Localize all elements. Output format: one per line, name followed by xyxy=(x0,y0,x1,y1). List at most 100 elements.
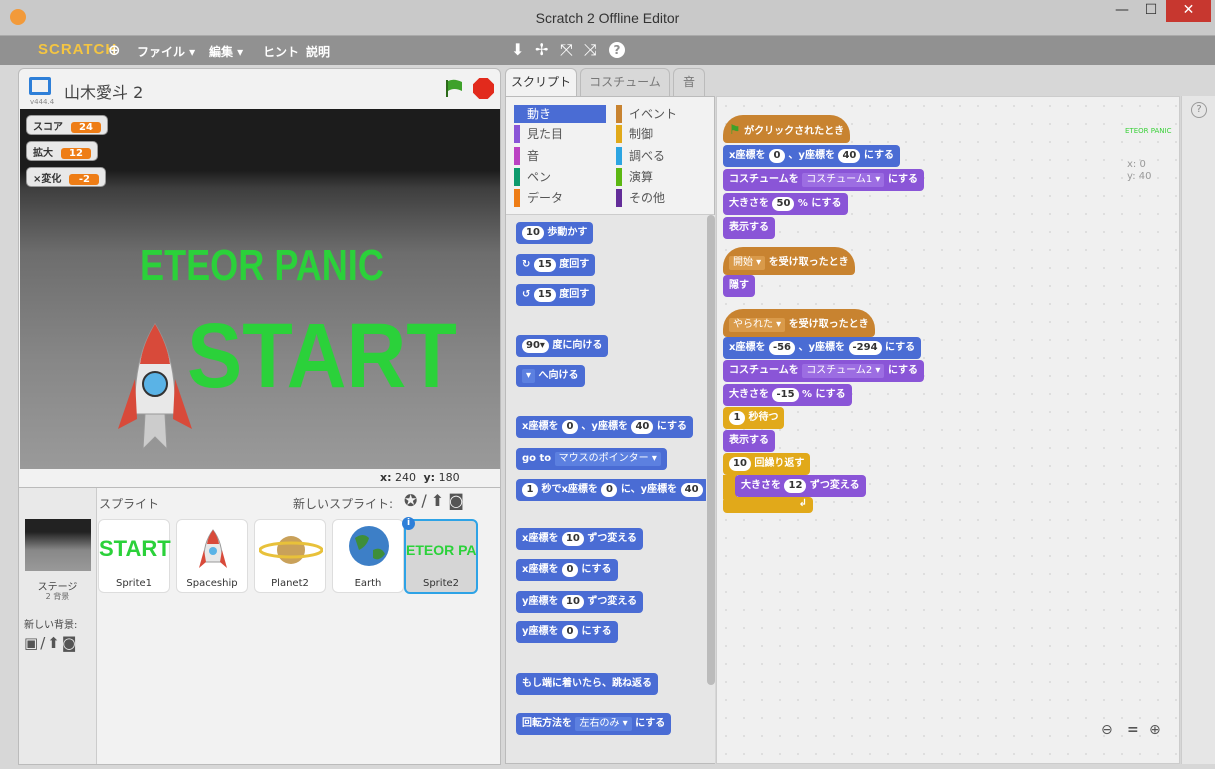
script-wait[interactable]: 1 秒待つ xyxy=(723,407,785,429)
sprite-tile-spaceship[interactable]: Spaceship xyxy=(176,519,248,593)
shrink-tool-icon[interactable]: ⤨ xyxy=(584,40,597,60)
block-input[interactable]: -15 xyxy=(772,388,799,402)
category-events[interactable]: イベント xyxy=(616,105,677,123)
block-input[interactable]: 50 xyxy=(772,197,795,211)
project-title[interactable]: 山木愛斗 2 xyxy=(64,79,143,103)
block-dropdown[interactable]: 左右のみ ▾ xyxy=(575,717,632,731)
script-hat-green-flag[interactable]: ⚑ がクリックされたとき xyxy=(723,115,851,143)
zoom-in-icon[interactable]: ⊕ xyxy=(1149,722,1161,738)
menu-about[interactable]: 説明 xyxy=(306,43,330,60)
upload-sprite-icon[interactable]: ⬆ xyxy=(431,491,448,510)
block-change-x[interactable]: x座標を 10 ずつ変える xyxy=(516,528,644,550)
palette-scrollbar[interactable] xyxy=(707,215,715,763)
stage-canvas[interactable]: スコア 24 拡大 12 ×変化 -2 ETEOR PANIC START xyxy=(20,109,500,469)
maximize-button[interactable]: ☐ xyxy=(1137,0,1165,22)
camera-sprite-icon[interactable]: ◙ xyxy=(448,491,468,510)
sprite-tile-earth[interactable]: Earth xyxy=(332,519,404,593)
camera-icon[interactable]: ◙ xyxy=(62,634,79,652)
block-dropdown[interactable]: コスチューム2 ▾ xyxy=(802,364,885,378)
category-control[interactable]: 制御 xyxy=(616,125,653,143)
block-input[interactable]: 1 xyxy=(729,411,745,425)
category-pen[interactable]: ペン xyxy=(514,168,551,186)
block-point-towards[interactable]: ▾ へ向ける xyxy=(516,365,585,387)
block-input[interactable]: 0 xyxy=(601,483,618,497)
block-input[interactable]: -56 xyxy=(768,341,796,355)
block-input[interactable]: 40 xyxy=(680,483,703,497)
menu-edit[interactable]: 編集 ▾ xyxy=(209,43,243,60)
block-input[interactable]: 10 xyxy=(522,226,544,240)
block-input[interactable]: 0 xyxy=(768,149,785,163)
block-move[interactable]: 10 歩動かす xyxy=(516,222,594,244)
block-input[interactable]: 40 xyxy=(631,420,654,434)
scratch-logo[interactable]: SCRATCH xyxy=(38,41,117,58)
scripts-area[interactable]: ⚑ がクリックされたとき x座標を 0 、y座標を 40 にする コスチュームを… xyxy=(716,96,1180,764)
stop-icon[interactable] xyxy=(473,78,494,99)
stage-thumbnail-area[interactable]: ステージ 2 背景 新しい背景: ▣/⬆◙ xyxy=(19,488,97,764)
sprite-library-icon[interactable]: ✪ xyxy=(404,491,421,510)
script-set-size[interactable]: 大きさを 50 % にする xyxy=(723,193,848,215)
green-flag-icon[interactable] xyxy=(444,78,464,98)
category-sound[interactable]: 音 xyxy=(514,147,539,165)
fullscreen-icon[interactable] xyxy=(29,77,51,95)
language-globe-icon[interactable]: ⊕ xyxy=(108,41,121,59)
script-hat-receive-hit[interactable]: やられた ▾ を受け取ったとき xyxy=(723,309,875,337)
block-point-direction[interactable]: 90▾ 度に向ける xyxy=(516,335,609,357)
category-operators[interactable]: 演算 xyxy=(616,168,653,186)
script-hide[interactable]: 隠す xyxy=(723,275,755,297)
category-motion[interactable]: 動き xyxy=(514,105,606,123)
tab-scripts[interactable]: スクリプト xyxy=(505,68,577,98)
stage-thumbnail[interactable] xyxy=(25,519,91,571)
script-change-size[interactable]: 大きさを 12 ずつ変える xyxy=(735,475,866,497)
block-input[interactable]: 10 xyxy=(562,595,584,609)
block-goto-target[interactable]: go to マウスのポインター ▾ xyxy=(516,448,667,470)
block-set-y[interactable]: y座標を 0 にする xyxy=(516,621,618,643)
menu-file[interactable]: ファイル ▾ xyxy=(137,43,195,60)
block-input[interactable]: 10 xyxy=(561,532,584,546)
duplicate-tool-icon[interactable]: ⬇ xyxy=(511,40,524,59)
scrollbar-thumb[interactable] xyxy=(707,215,715,685)
block-glide[interactable]: 1 秒でx座標を 0 に、y座標を 40 xyxy=(516,479,706,501)
category-more[interactable]: その他 xyxy=(616,189,665,207)
block-input[interactable]: 40 xyxy=(838,149,861,163)
script-goto-xy-2[interactable]: x座標を -56 、y座標を -294 にする xyxy=(723,337,922,359)
block-dropdown[interactable]: マウスのポインター ▾ xyxy=(554,452,661,466)
start-text[interactable]: START xyxy=(187,304,457,409)
grow-tool-icon[interactable]: ⤧ xyxy=(560,40,573,60)
block-dropdown[interactable]: ▾ xyxy=(522,369,536,383)
menu-tips[interactable]: ヒント xyxy=(263,43,299,60)
script-repeat[interactable]: 10 回繰り返す xyxy=(723,453,811,475)
zoom-reset-icon[interactable]: = xyxy=(1127,722,1139,738)
paint-sprite-icon[interactable]: / xyxy=(421,491,430,510)
sprite-tile-planet2[interactable]: Planet2 xyxy=(254,519,326,593)
block-input[interactable]: 0 xyxy=(561,563,578,577)
block-input[interactable]: 15 xyxy=(533,258,556,272)
block-turn-left[interactable]: ↺ 15 度回す xyxy=(516,284,596,306)
sprite-info-icon[interactable]: i xyxy=(402,517,415,530)
block-dropdown[interactable]: コスチューム1 ▾ xyxy=(802,173,885,187)
block-help-icon[interactable]: ? xyxy=(609,42,625,58)
close-button[interactable]: ✕ xyxy=(1166,0,1211,22)
game-title-text[interactable]: ETEOR PANIC xyxy=(140,241,384,291)
tab-costumes[interactable]: コスチューム xyxy=(580,68,670,96)
tab-sounds[interactable]: 音 xyxy=(673,68,705,96)
sprite-tile-sprite2[interactable]: i ETEOR PANIC Sprite2 xyxy=(402,517,478,594)
rocket-icon[interactable] xyxy=(115,319,195,459)
block-set-x[interactable]: x座標を 0 にする xyxy=(516,559,618,581)
block-goto-xy[interactable]: x座標を 0 、y座標を 40 にする xyxy=(516,416,693,438)
block-change-y[interactable]: y座標を 10 ずつ変える xyxy=(516,591,644,613)
block-dropdown[interactable]: 開始 ▾ xyxy=(729,256,766,270)
block-bounce[interactable]: もし端に着いたら、跳ね返る xyxy=(516,673,658,695)
block-input[interactable]: 15 xyxy=(533,288,556,302)
sprite-tile-sprite1[interactable]: START Sprite1 xyxy=(98,519,171,593)
block-input[interactable]: -294 xyxy=(848,341,882,355)
script-set-size-2[interactable]: 大きさを -15 % にする xyxy=(723,384,852,406)
minimize-button[interactable]: — xyxy=(1108,0,1136,22)
block-input[interactable]: 10 xyxy=(729,457,751,471)
help-icon[interactable]: ? xyxy=(1191,102,1207,118)
script-hat-receive-start[interactable]: 開始 ▾ を受け取ったとき xyxy=(723,247,855,275)
paint-library-icon[interactable]: ▣ xyxy=(24,634,40,652)
script-show-2[interactable]: 表示する xyxy=(723,430,775,452)
category-sensing[interactable]: 調べる xyxy=(616,147,665,165)
script-switch-costume[interactable]: コスチュームを コスチューム1 ▾ にする xyxy=(723,169,925,191)
category-data[interactable]: データ xyxy=(514,189,563,207)
